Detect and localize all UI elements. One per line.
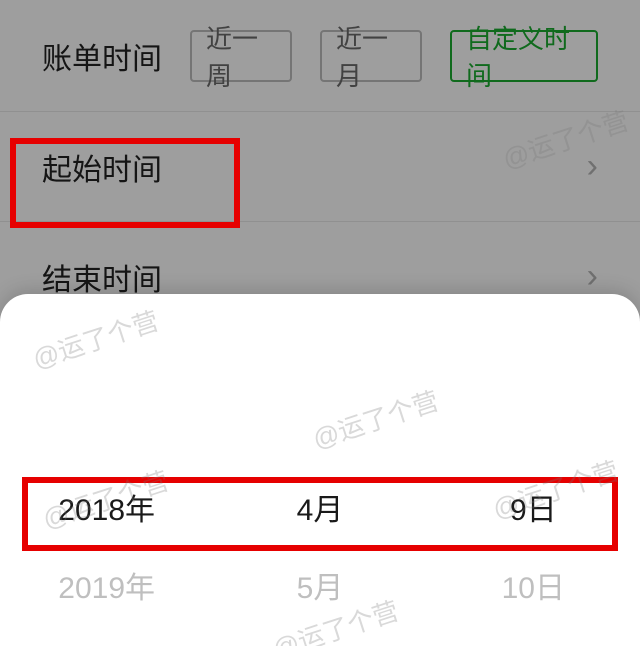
filter-custom[interactable]: 自定义时间	[450, 30, 598, 82]
filter-last-week[interactable]: 近一周	[190, 30, 292, 82]
bill-time-row: 账单时间 近一周 近一月 自定义时间	[0, 0, 640, 112]
start-time-row[interactable]: 起始时间 ›	[0, 112, 640, 222]
end-time-label: 结束时间	[42, 255, 162, 299]
start-time-label: 起始时间	[42, 145, 162, 189]
picker-month-selected[interactable]: 4月	[213, 468, 426, 546]
picker-year-column[interactable]: 2018年 2019年	[0, 468, 213, 646]
picker-year-selected[interactable]: 2018年	[0, 468, 213, 546]
picker-day-column[interactable]: 9日 10日	[427, 468, 640, 646]
time-filter-options: 近一周 近一月 自定义时间	[190, 30, 598, 82]
chevron-right-icon: ›	[587, 257, 598, 296]
date-picker-sheet[interactable]: 2018年 2019年 4月 5月 9日 10日	[0, 294, 640, 646]
picker-month-next[interactable]: 5月	[213, 546, 426, 624]
picker-day-selected[interactable]: 9日	[427, 468, 640, 546]
bill-time-label: 账单时间	[42, 34, 162, 78]
picker-year-next[interactable]: 2019年	[0, 546, 213, 624]
picker-month-column[interactable]: 4月 5月	[213, 468, 426, 646]
filter-last-month[interactable]: 近一月	[320, 30, 422, 82]
chevron-right-icon: ›	[587, 147, 598, 186]
picker-day-next[interactable]: 10日	[427, 546, 640, 624]
